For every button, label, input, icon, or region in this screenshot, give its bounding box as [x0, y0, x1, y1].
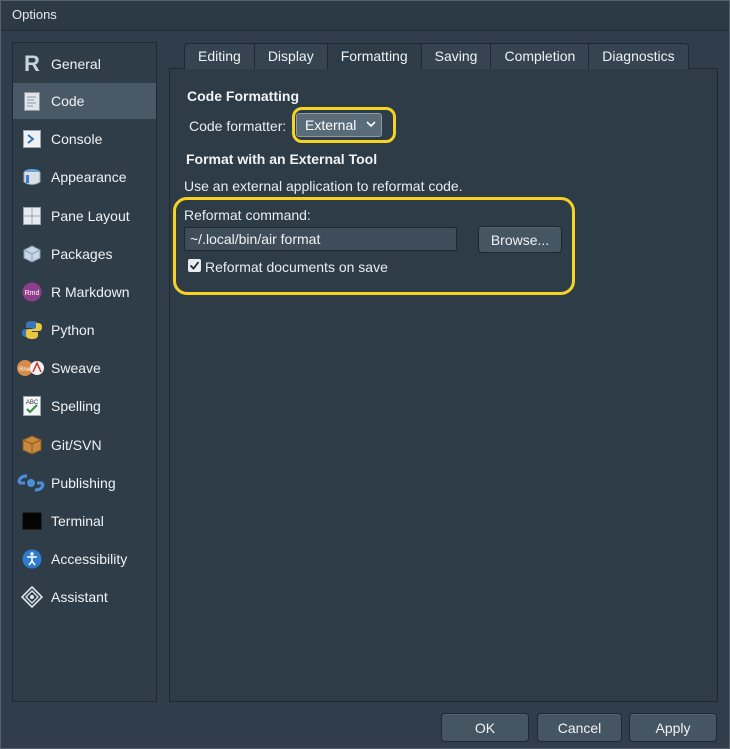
reformat-on-save-label: Reformat documents on save	[205, 259, 388, 275]
code-formatter-value: External	[305, 117, 357, 133]
sidebar-item-general[interactable]: R General	[13, 46, 156, 82]
chevron-down-icon	[366, 116, 376, 135]
external-tool-heading: Format with an External Tool	[186, 151, 378, 167]
sidebar-item-label: Accessibility	[51, 551, 128, 567]
git-box-icon	[21, 434, 43, 456]
external-tool-description: Use an external application to reformat …	[184, 178, 463, 194]
sidebar-item-label: Code	[51, 93, 85, 109]
sidebar-item-label: Publishing	[51, 475, 116, 491]
spellcheck-icon: ABC	[21, 395, 43, 417]
tab-editing[interactable]: Editing	[185, 44, 255, 69]
sidebar-item-label: Pane Layout	[51, 208, 130, 224]
sidebar-item-r-markdown[interactable]: Rmd R Markdown	[13, 274, 156, 310]
tab-display[interactable]: Display	[255, 44, 328, 69]
cancel-button[interactable]: Cancel	[537, 713, 622, 742]
reformat-on-save-checkbox[interactable]	[188, 259, 201, 272]
tab-completion[interactable]: Completion	[491, 44, 590, 69]
options-sidebar: R General Code Console Appearance Pane L…	[12, 42, 157, 702]
sidebar-item-console[interactable]: Console	[13, 121, 156, 157]
options-tabbar: Editing Display Formatting Saving Comple…	[184, 43, 689, 69]
sidebar-item-label: Console	[51, 131, 103, 147]
package-box-icon	[21, 243, 43, 265]
sidebar-item-label: Terminal	[51, 513, 104, 529]
r-logo-icon: R	[24, 51, 40, 76]
sweave-icon: Rnw	[17, 357, 45, 379]
sidebar-item-label: Sweave	[51, 360, 101, 376]
apply-button[interactable]: Apply	[629, 713, 717, 742]
pane-grid-icon	[21, 205, 43, 227]
svg-text:Rnw: Rnw	[19, 367, 32, 373]
sidebar-item-python[interactable]: Python	[13, 312, 156, 348]
python-icon	[21, 319, 43, 341]
paint-bucket-icon	[21, 166, 43, 188]
sidebar-item-publishing[interactable]: Publishing	[13, 465, 156, 501]
sidebar-item-assistant[interactable]: Assistant	[13, 579, 156, 615]
svg-text:Rmd: Rmd	[25, 290, 40, 297]
sidebar-item-packages[interactable]: Packages	[13, 236, 156, 272]
sidebar-item-label: General	[51, 56, 101, 72]
sidebar-item-label: Appearance	[51, 169, 127, 185]
window-title: Options	[12, 7, 57, 22]
sidebar-item-label: Packages	[51, 246, 113, 262]
sidebar-item-appearance[interactable]: Appearance	[13, 159, 156, 195]
title-bar: Options	[0, 0, 730, 31]
code-formatting-heading: Code Formatting	[187, 88, 299, 104]
sidebar-item-terminal[interactable]: Terminal	[13, 503, 156, 539]
sidebar-item-sweave[interactable]: Rnw Sweave	[13, 350, 156, 386]
console-prompt-icon	[21, 128, 43, 150]
terminal-icon	[21, 510, 43, 532]
ok-button[interactable]: OK	[441, 713, 529, 742]
accessibility-icon	[21, 548, 43, 570]
sidebar-item-accessibility[interactable]: Accessibility	[13, 541, 156, 577]
sidebar-item-spelling[interactable]: ABC Spelling	[13, 388, 156, 424]
reformat-command-label: Reformat command:	[184, 207, 311, 223]
checkmark-icon	[188, 259, 201, 276]
sidebar-item-label: Python	[51, 322, 95, 338]
code-document-icon	[21, 90, 43, 112]
rmd-icon: Rmd	[21, 281, 43, 303]
assistant-diamond-icon	[21, 586, 43, 608]
sidebar-item-code[interactable]: Code	[13, 83, 156, 119]
sidebar-item-git-svn[interactable]: Git/SVN	[13, 427, 156, 463]
browse-button[interactable]: Browse...	[478, 226, 562, 253]
tab-saving[interactable]: Saving	[422, 44, 492, 69]
sidebar-item-label: R Markdown	[51, 284, 130, 300]
sidebar-item-label: Spelling	[51, 398, 101, 414]
code-formatter-label: Code formatter:	[189, 118, 287, 134]
sidebar-item-label: Assistant	[51, 589, 108, 605]
reformat-command-input[interactable]	[184, 227, 457, 251]
tab-formatting[interactable]: Formatting	[327, 44, 422, 69]
tab-diagnostics[interactable]: Diagnostics	[589, 44, 687, 69]
code-formatter-select[interactable]: External	[296, 113, 382, 137]
publishing-icon	[17, 472, 45, 494]
sidebar-item-pane-layout[interactable]: Pane Layout	[13, 198, 156, 234]
sidebar-item-label: Git/SVN	[51, 437, 102, 453]
